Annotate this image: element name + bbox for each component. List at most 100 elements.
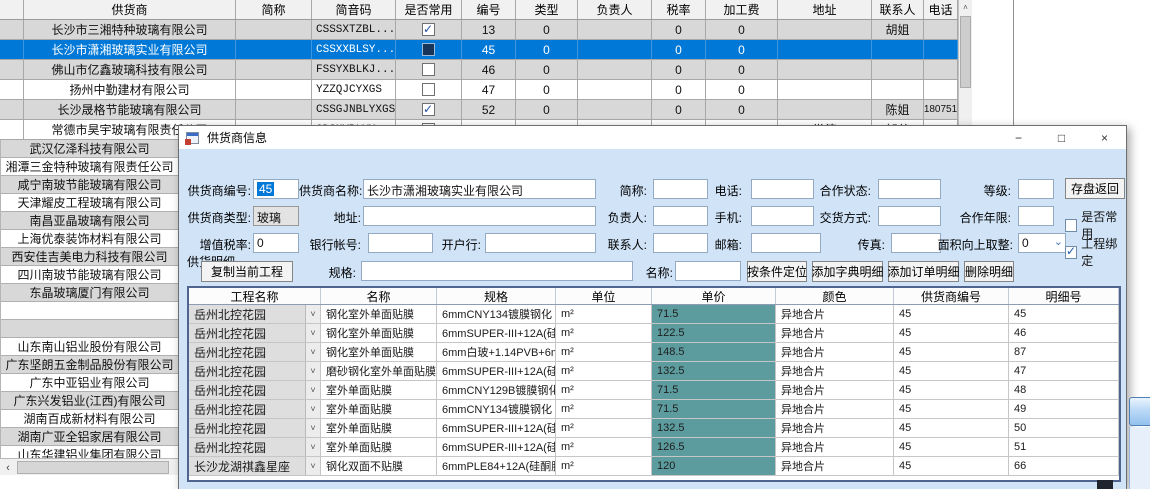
column-header[interactable]: 简音码 [312,0,396,19]
table-row[interactable]: 长沙龙湖祺鑫星座钢化双面不贴膜6mmPLE84+12A(硅酮胶...m²120异… [189,457,1119,476]
list-item[interactable]: 西安佳吉美电力科技有限公司 [1,248,178,266]
chevron-down-icon[interactable] [305,400,320,418]
cell-unit-price[interactable]: 148.5 [652,343,776,361]
supplier-type-input[interactable]: 玻璃 [253,206,299,226]
dialog-titlebar[interactable]: 供货商信息 − □ × [179,126,1126,149]
common-use-checkbox[interactable] [422,43,435,56]
grid-vertical-scrollbar[interactable] [958,0,972,125]
save-return-button[interactable]: 存盘返回 [1065,178,1125,199]
close-button[interactable]: × [1083,126,1126,149]
list-item[interactable]: 广东坚朗五金制品股份有限公司 [1,356,178,374]
chevron-down-icon[interactable] [305,324,320,342]
short-name-input[interactable] [653,179,708,199]
project-bind-checkbox[interactable]: 工程绑定 [1065,235,1126,269]
add-order-detail-button[interactable]: 添加订单明细 [888,261,959,282]
grade-input[interactable] [1018,179,1054,199]
column-header[interactable]: 编号 [462,0,516,19]
cell-unit-price[interactable]: 132.5 [652,419,776,437]
project-combobox[interactable]: 岳州北控花园 [189,362,321,380]
detail-column-header[interactable]: 颜色 [776,288,894,304]
common-use-checkbox[interactable] [422,103,435,116]
list-item[interactable]: 四川南玻节能玻璃有限公司 [1,266,178,284]
minimize-button[interactable]: − [997,126,1040,149]
project-combobox[interactable]: 岳州北控花园 [189,343,321,361]
coop-years-input[interactable] [1018,206,1054,226]
spec-filter-input[interactable] [361,261,633,281]
detail-column-header[interactable]: 单位 [556,288,652,304]
table-row[interactable]: 岳州北控花园室外单面贴膜6mmCNY129B镀膜钢化m²71.5异地合片4548 [189,381,1119,400]
list-item[interactable]: 南昌亚晶玻璃有限公司 [1,212,178,230]
supplier-id-input[interactable]: 45 [253,179,299,199]
delivery-method-input[interactable] [878,206,941,226]
column-header[interactable]: 电话 [924,0,958,19]
contact-input[interactable] [653,233,708,253]
column-header[interactable]: 类型 [516,0,578,19]
cell-unit-price[interactable]: 71.5 [652,400,776,418]
bank-name-input[interactable] [485,233,596,253]
chevron-down-icon[interactable] [305,362,320,380]
list-item[interactable]: 湖南广亚全铝家居有限公司 [1,428,178,446]
chevron-down-icon[interactable] [305,381,320,399]
chevron-down-icon[interactable] [305,343,320,361]
common-use-checkbox[interactable] [422,83,435,96]
project-combobox[interactable]: 岳州北控花园 [189,305,321,323]
cell-unit-price[interactable]: 126.5 [652,438,776,456]
project-combobox[interactable]: 岳州北控花园 [189,381,321,399]
table-row[interactable]: 岳州北控花园室外单面贴膜6mmSUPER-III+12A(硅...m²126.5… [189,438,1119,457]
chevron-down-icon[interactable] [305,419,320,437]
chevron-down-icon[interactable] [305,457,320,475]
list-item[interactable] [1,320,178,338]
table-row[interactable]: 岳州北控花园磨砂钢化室外单面贴膜6mmSUPER-III+12A(硅...m²1… [189,362,1119,381]
table-row[interactable]: 岳州北控花园钢化室外单面贴膜6mmSUPER-III+12A(硅...m²122… [189,324,1119,343]
coop-status-input[interactable] [878,179,941,199]
common-use-checkbox[interactable] [422,23,435,36]
table-row[interactable]: 岳州北控花园室外单面贴膜6mmCNY134镀膜钢化m²71.5异地合片4549 [189,400,1119,419]
table-row[interactable]: 岳州北控花园钢化室外单面贴膜6mmCNY134镀膜钢化m²71.5异地合片454… [189,305,1119,324]
cell-unit-price[interactable]: 71.5 [652,381,776,399]
detail-column-header[interactable]: 明细号 [1009,288,1119,304]
add-dictionary-detail-button[interactable]: 添加字典明细 [812,261,883,282]
list-item[interactable]: 山东南山铝业股份有限公司 [1,338,178,356]
vertical-scrollbar-thumb[interactable] [960,16,971,88]
locate-by-condition-button[interactable]: 按条件定位 [747,261,807,282]
list-item[interactable]: 东晶玻璃厦门有限公司 [1,284,178,302]
project-combobox[interactable]: 岳州北控花园 [189,400,321,418]
scroll-left-arrow-icon[interactable] [0,460,16,475]
cell-unit-price[interactable]: 120 [652,457,776,475]
name-filter-input[interactable] [675,261,741,281]
maximize-button[interactable]: □ [1040,126,1083,149]
list-item[interactable]: 天津耀皮工程玻璃有限公司 [1,194,178,212]
phone-input[interactable] [751,179,814,199]
column-header[interactable]: 供货商 [24,0,236,19]
scroll-up-arrow-icon[interactable] [959,0,972,15]
detail-column-header[interactable]: 名称 [321,288,437,304]
mobile-input[interactable] [751,206,814,226]
cell-unit-price[interactable]: 132.5 [652,362,776,380]
table-row[interactable]: 佛山市亿鑫玻璃科技有限公司FSSYXBLKJ...46000 [0,60,958,80]
list-item[interactable]: 广东中亚铝业有限公司 [1,374,178,392]
horizontal-scrollbar-thumb[interactable] [17,461,169,474]
table-row[interactable]: 岳州北控花园室外单面贴膜6mmSUPER-III+12A(硅...m²132.5… [189,419,1119,438]
table-row[interactable]: 长沙晟格节能玻璃有限公司CSSGJNBLYXGS52000陈姐180751 [0,100,958,120]
common-use-checkbox[interactable] [422,63,435,76]
table-row[interactable]: 长沙市潇湘玻璃实业有限公司CSSXXBLSY...45000 [0,40,958,60]
list-item[interactable]: 湖南百成新材料有限公司 [1,410,178,428]
chevron-down-icon[interactable] [305,305,320,323]
area-roundup-select[interactable]: 0 [1018,233,1066,253]
list-item[interactable]: 湘潭三金特种玻璃有限责任公司 [1,158,178,176]
bank-account-input[interactable] [368,233,433,253]
cell-unit-price[interactable]: 122.5 [652,324,776,342]
supplier-name-input[interactable]: 长沙市潇湘玻璃实业有限公司 [363,179,596,199]
address-input[interactable] [363,206,596,226]
column-header[interactable]: 联系人 [872,0,924,19]
chevron-down-icon[interactable] [305,438,320,456]
column-header[interactable]: 负责人 [578,0,652,19]
detail-column-header[interactable]: 工程名称 [189,288,321,304]
cell-unit-price[interactable]: 71.5 [652,305,776,323]
leader-input[interactable] [653,206,708,226]
project-combobox[interactable]: 岳州北控花园 [189,438,321,456]
project-combobox[interactable]: 岳州北控花园 [189,419,321,437]
vat-rate-input[interactable]: 0 [253,233,299,253]
project-combobox[interactable]: 岳州北控花园 [189,324,321,342]
column-header[interactable]: 是否常用 [396,0,462,19]
